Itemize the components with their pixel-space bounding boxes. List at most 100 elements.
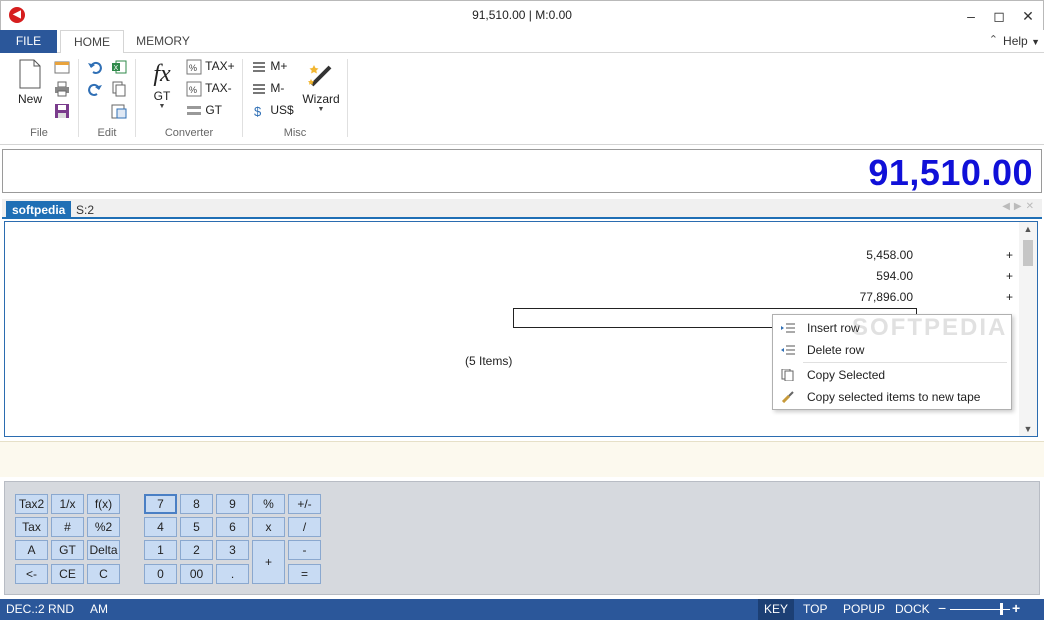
tax-minus-button[interactable]: % TAX-	[186, 81, 232, 101]
zoom-slider-thumb[interactable]	[1000, 603, 1003, 615]
key-5[interactable]: 5	[180, 517, 213, 537]
menu-item-label: Copy Selected	[807, 368, 886, 382]
undo-button[interactable]	[87, 59, 103, 79]
key-multiply[interactable]: x	[252, 517, 285, 537]
key-equals[interactable]: =	[288, 564, 321, 584]
key-00[interactable]: 00	[180, 564, 213, 584]
gt-icon	[187, 106, 201, 115]
dropdown-arrow-icon: ▼	[158, 103, 166, 110]
menu-item-copy-selected[interactable]: Copy Selected	[773, 364, 1011, 386]
key-divide[interactable]: /	[288, 517, 321, 537]
tab-file[interactable]: FILE	[0, 30, 57, 53]
key-0[interactable]: 0	[144, 564, 177, 584]
scroll-right-icon[interactable]: ▶	[1014, 201, 1026, 212]
maximize-button[interactable]: ◻	[989, 6, 1009, 26]
save-button[interactable]	[54, 103, 70, 123]
menu-item-delete-row[interactable]: Delete row	[773, 339, 1011, 361]
menu-item-copy-to-new-tape[interactable]: Copy selected items to new tape	[773, 386, 1011, 408]
collapse-ribbon-icon[interactable]: ⌃	[989, 33, 998, 46]
wizard-button[interactable]: Wizard ▼	[301, 59, 341, 113]
key-4[interactable]: 4	[144, 517, 177, 537]
tape-row-value[interactable]: 594.00	[876, 269, 913, 283]
tab-home[interactable]: HOME	[60, 30, 124, 54]
tape-tab-bar: softpedia S:2 ◀▶✕	[2, 199, 1042, 219]
redo-button[interactable]	[87, 81, 103, 101]
scroll-down-icon[interactable]: ▼	[1019, 424, 1037, 434]
key-tax2[interactable]: Tax2	[15, 494, 48, 514]
status-top-button[interactable]: TOP	[797, 599, 833, 620]
key-function[interactable]: f(x)	[87, 494, 120, 514]
tape-tab-s2[interactable]: S:2	[76, 201, 94, 219]
tape-tab-softpedia[interactable]: softpedia	[6, 201, 72, 219]
key-tax[interactable]: Tax	[15, 517, 48, 537]
new-button[interactable]: New	[12, 59, 48, 106]
scroll-up-icon[interactable]: ▲	[1019, 224, 1037, 234]
title-bar: ◀ 91,510.00 | M:0.00 – ◻ ✕	[0, 0, 1044, 30]
dollar-icon: $	[254, 104, 262, 119]
memory-minus-label: M-	[270, 81, 285, 96]
key-percent[interactable]: %	[252, 494, 285, 514]
export-excel-button[interactable]: X	[111, 59, 127, 79]
tab-memory[interactable]: MEMORY	[128, 30, 198, 54]
tape-scrollbar[interactable]: ▲ ▼	[1019, 222, 1037, 436]
status-key-button[interactable]: KEY	[758, 599, 795, 620]
key-7[interactable]: 7	[144, 494, 177, 514]
scroll-left-icon[interactable]: ◀	[1002, 201, 1014, 212]
menu-item-label: Copy selected items to new tape	[807, 390, 981, 404]
currency-button[interactable]: $ US$	[251, 103, 294, 123]
ribbon-tabs: FILE HOME MEMORY ⌃ Help ▼	[0, 30, 1044, 54]
key-hash[interactable]: #	[51, 517, 84, 537]
wizard-wand-icon	[308, 65, 332, 87]
status-popup-button[interactable]: POPUP	[837, 599, 891, 620]
key-percent2[interactable]: %2	[87, 517, 120, 537]
printer-icon	[55, 81, 69, 97]
tape-row-value[interactable]: 5,458.00	[866, 248, 913, 262]
key-gt[interactable]: GT	[51, 540, 84, 560]
minimize-button[interactable]: –	[961, 6, 981, 26]
zoom-out-button[interactable]: −	[938, 600, 946, 616]
key-clear[interactable]: C	[87, 564, 120, 584]
key-backspace[interactable]: <-	[15, 564, 48, 584]
key-1[interactable]: 1	[144, 540, 177, 560]
memory-plus-button[interactable]: M+	[251, 59, 287, 79]
key-plus-minus[interactable]: +/-	[288, 494, 321, 514]
save-icon	[55, 104, 69, 118]
ribbon-separator	[347, 59, 348, 137]
key-delta[interactable]: Delta	[87, 540, 120, 560]
status-am[interactable]: AM	[90, 602, 108, 616]
key-reciprocal[interactable]: 1/x	[51, 494, 84, 514]
key-clear-entry[interactable]: CE	[51, 564, 84, 584]
ribbon-group-misc: M+ M- $ US$ Wizard ▼ Misc	[243, 53, 347, 141]
help-menu[interactable]: Help ▼	[1003, 34, 1040, 48]
tape-row-operator: +	[1005, 269, 1013, 283]
gt-function-button[interactable]: fx GT ▼	[144, 59, 180, 110]
key-9[interactable]: 9	[216, 494, 249, 514]
scrollbar-thumb[interactable]	[1023, 240, 1033, 266]
key-decimal[interactable]: .	[216, 564, 249, 584]
zoom-in-button[interactable]: +	[1012, 600, 1020, 616]
key-a[interactable]: A	[15, 540, 48, 560]
gt-button[interactable]: GT	[186, 103, 222, 123]
close-button[interactable]: ✕	[1018, 6, 1038, 26]
key-3[interactable]: 3	[216, 540, 249, 560]
help-label: Help	[1003, 34, 1028, 48]
tax-plus-icon: %	[186, 59, 202, 75]
status-rounding[interactable]: RND	[48, 602, 74, 616]
close-tab-icon[interactable]: ✕	[1026, 201, 1038, 212]
dropdown-arrow-icon: ▼	[317, 106, 325, 113]
tax-plus-button[interactable]: % TAX+	[186, 59, 235, 79]
print-button[interactable]	[54, 81, 70, 101]
open-button[interactable]	[54, 59, 70, 79]
key-add[interactable]: +	[252, 540, 285, 584]
key-6[interactable]: 6	[216, 517, 249, 537]
status-decimals[interactable]: DEC.:2	[6, 602, 45, 616]
gt-function-label: GT	[153, 89, 171, 103]
key-8[interactable]: 8	[180, 494, 213, 514]
tape-row-value[interactable]: 77,896.00	[860, 290, 913, 304]
key-subtract[interactable]: -	[288, 540, 321, 560]
memory-minus-button[interactable]: M-	[251, 81, 284, 101]
paste-button[interactable]	[111, 103, 127, 123]
key-2[interactable]: 2	[180, 540, 213, 560]
status-dock-button[interactable]: DOCK	[889, 599, 936, 620]
copy-button[interactable]	[111, 81, 127, 101]
